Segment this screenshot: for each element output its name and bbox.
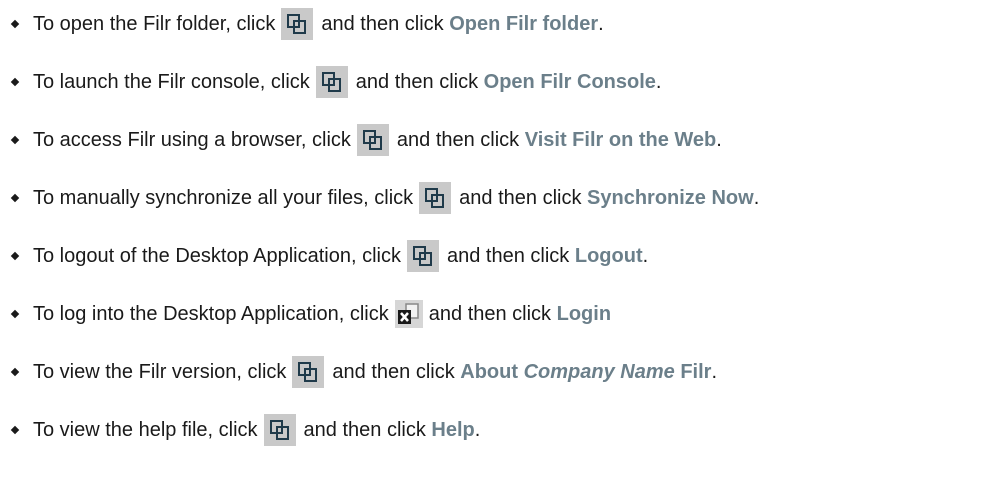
item-end: .: [716, 128, 722, 151]
item-middle: and then click: [321, 12, 444, 35]
item-end: .: [753, 186, 760, 209]
list-item: To open the Filr folder, click and then …: [0, 6, 604, 42]
item-middle: and then click: [332, 360, 455, 383]
item-prefix: To access Filr using a browser, click: [33, 128, 351, 151]
item-prefix: To launch the Filr console, click: [33, 70, 310, 93]
menu-command: Visit Filr on the Web: [524, 128, 717, 151]
menu-command: Open Filr Console: [483, 70, 656, 93]
menu-command: Login: [556, 302, 612, 325]
filr-icon[interactable]: [356, 124, 389, 156]
list-item: To view the Filr version, click and then…: [0, 354, 717, 390]
item-prefix: To manually synchronize all your files, …: [33, 186, 414, 209]
menu-command-filr: Filr: [680, 360, 712, 383]
bullet-icon: [10, 309, 20, 319]
item-prefix: To view the Filr version, click: [33, 360, 287, 383]
item-prefix: To log into the Desktop Application, cli…: [33, 302, 389, 325]
item-prefix: To logout of the Desktop Application, cl…: [33, 244, 401, 267]
menu-command: Logout: [574, 244, 643, 267]
item-middle: and then click: [428, 302, 552, 325]
item-end: .: [642, 244, 649, 267]
bullet-icon: [10, 425, 20, 435]
bullet-icon: [10, 77, 20, 87]
bullet-icon: [10, 367, 20, 377]
filr-icon[interactable]: [315, 66, 348, 98]
item-middle: and then click: [303, 418, 426, 441]
filr-disconnected-icon[interactable]: [394, 300, 423, 328]
filr-icon[interactable]: [292, 356, 325, 388]
bullet-icon: [10, 135, 20, 145]
filr-icon[interactable]: [407, 240, 439, 272]
bullet-icon: [10, 193, 20, 203]
list-item: To access Filr using a browser, click an…: [0, 122, 722, 158]
menu-command-company: Company Name: [523, 360, 675, 383]
menu-command: About Company Name Filr: [460, 361, 711, 384]
item-prefix: To open the Filr folder, click: [33, 12, 276, 35]
list-item: To manually synchronize all your files, …: [0, 180, 759, 216]
menu-command: Help: [431, 418, 475, 441]
item-end: .: [711, 360, 717, 383]
item-end: .: [474, 418, 481, 441]
list-item: To view the help file, click and then cl…: [0, 412, 480, 448]
item-end: .: [655, 70, 662, 93]
filr-icon[interactable]: [281, 8, 314, 40]
item-prefix: To view the help file, click: [33, 418, 258, 441]
bullet-icon: [10, 19, 20, 29]
menu-command: Open Filr folder: [449, 12, 599, 35]
item-middle: and then click: [459, 186, 582, 209]
item-middle: and then click: [355, 70, 479, 93]
bullet-icon: [10, 251, 20, 261]
menu-command: Synchronize Now: [587, 186, 754, 209]
filr-icon[interactable]: [263, 414, 296, 446]
filr-icon[interactable]: [419, 182, 452, 214]
item-end: .: [598, 12, 604, 35]
list-item: To logout of the Desktop Application, cl…: [0, 238, 648, 274]
item-middle: and then click: [396, 128, 520, 151]
item-middle: and then click: [447, 244, 570, 267]
menu-command-about: About: [460, 360, 519, 383]
list-item: To launch the Filr console, click and th…: [0, 64, 661, 100]
list-item: To log into the Desktop Application, cli…: [0, 296, 611, 332]
